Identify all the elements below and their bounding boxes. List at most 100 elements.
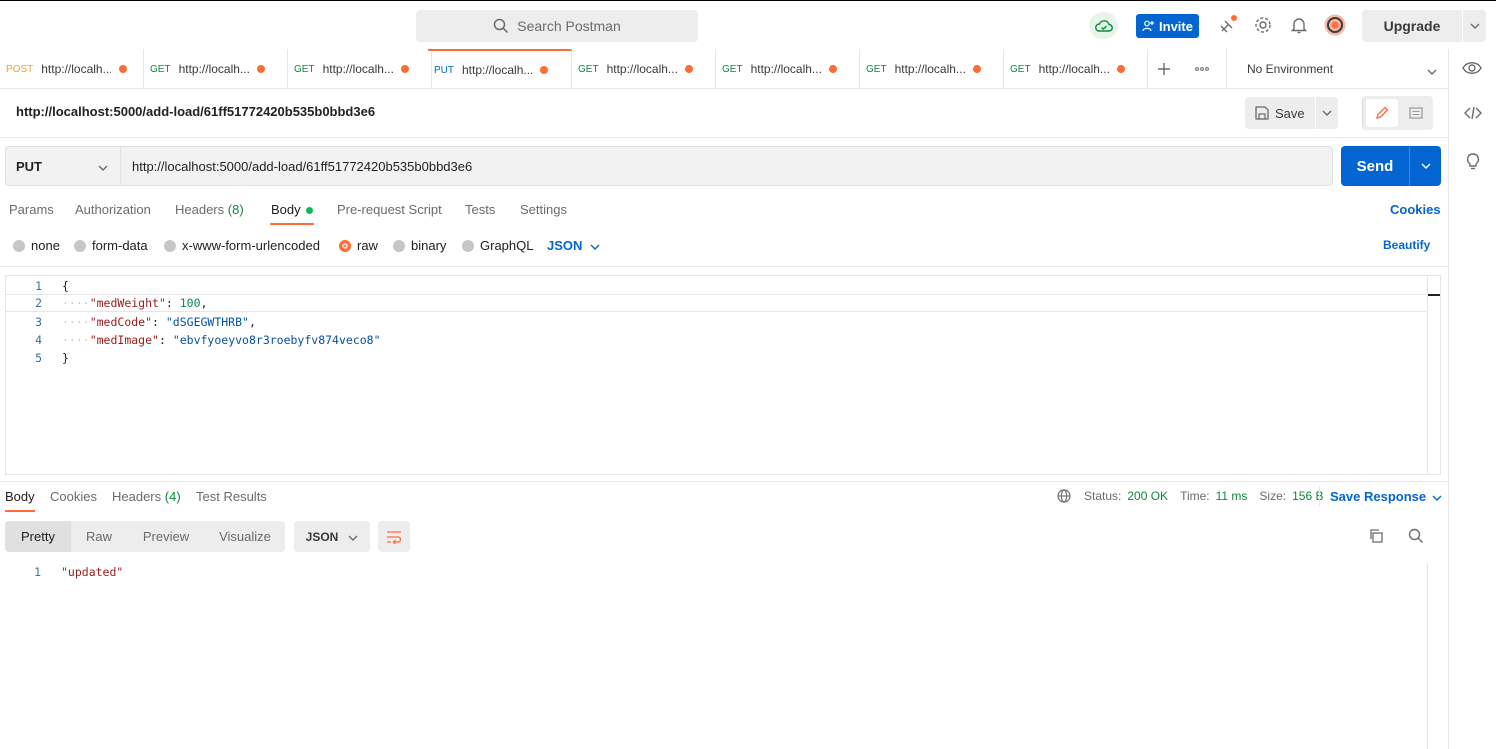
more-tabs-icon[interactable] (1194, 61, 1210, 80)
view-tab-visualize[interactable]: Visualize (205, 521, 285, 552)
time-value[interactable]: 11 ms (1216, 489, 1248, 503)
unsaved-dot-icon (119, 65, 128, 73)
chevron-down-icon[interactable] (1316, 110, 1338, 116)
code-snippet-icon[interactable] (1464, 104, 1482, 125)
globe-icon[interactable] (1057, 489, 1071, 503)
chevron-down-icon (348, 530, 358, 544)
url-input[interactable]: http://localhost:5000/add-load/61ff51772… (121, 159, 472, 174)
tab-pre-request-script[interactable]: Pre-request Script (337, 202, 442, 217)
request-tab-active[interactable]: PUT http://localh... (428, 49, 572, 89)
method-label: PUT (16, 158, 42, 174)
search-icon[interactable] (1408, 528, 1424, 547)
tab-headers[interactable]: Headers (8) (175, 202, 244, 217)
response-tab-test-results[interactable]: Test Results (196, 489, 267, 504)
environment-selector[interactable]: No Environment (1226, 49, 1448, 89)
response-format-select[interactable]: JSON (294, 521, 370, 552)
tab-method: GET (1010, 63, 1031, 75)
response-tab-cookies[interactable]: Cookies (50, 489, 97, 504)
search-input[interactable]: Search Postman (416, 10, 698, 42)
wrap-lines-button[interactable] (378, 521, 410, 552)
body-option-urlencoded[interactable]: x-www-form-urlencoded (164, 238, 320, 253)
save-disk-icon (1255, 106, 1269, 120)
status-label: Status: (1084, 489, 1122, 503)
tab-authorization[interactable]: Authorization (75, 202, 151, 217)
url-bar: PUT http://localhost:5000/add-load/61ff5… (5, 146, 1333, 186)
tab-method: GET (866, 63, 887, 75)
method-select[interactable]: PUT (6, 147, 121, 185)
upgrade-button[interactable]: Upgrade (1362, 10, 1486, 42)
body-option-none[interactable]: none (13, 238, 60, 253)
size-label: Size: (1259, 489, 1287, 503)
copy-icon[interactable] (1368, 528, 1384, 547)
sync-status-icon[interactable] (1089, 12, 1118, 39)
comments-icon[interactable] (1401, 99, 1431, 127)
body-option-binary[interactable]: binary (393, 238, 446, 253)
response-meta: Status: 200 OK Time: 11 ms Size: 156 B (1057, 489, 1323, 503)
avatar[interactable] (1324, 14, 1346, 36)
response-view-tabs: Pretty Raw Preview Visualize (5, 521, 285, 552)
edit-pencil-icon[interactable] (1366, 99, 1398, 127)
code-line: 3 ····"medCode": "dSGEGWTHRB", (6, 313, 1426, 331)
search-icon (494, 18, 509, 34)
request-tab[interactable]: GET http://localh... (288, 49, 432, 89)
option-label: none (31, 238, 60, 253)
body-format-label: JSON (547, 238, 583, 253)
view-tab-pretty[interactable]: Pretty (5, 521, 71, 552)
settings-gear-icon[interactable] (1253, 15, 1273, 35)
view-tab-preview[interactable]: Preview (127, 521, 205, 552)
tab-tests[interactable]: Tests (465, 202, 495, 217)
cookies-link[interactable]: Cookies (1390, 202, 1441, 217)
request-tab[interactable]: GET http://localh... (144, 49, 288, 89)
chevron-down-icon (1432, 489, 1442, 504)
tab-params[interactable]: Params (9, 202, 54, 217)
body-format-select[interactable]: JSON (547, 238, 600, 253)
unsaved-dot-icon (540, 66, 548, 74)
code-line: 5 } (6, 349, 1426, 367)
beautify-link[interactable]: Beautify (1383, 238, 1430, 252)
chevron-down-icon (1427, 64, 1437, 78)
request-tab[interactable]: GET http://localh... (572, 49, 716, 89)
body-option-raw[interactable]: raw (339, 238, 378, 253)
response-tab-headers[interactable]: Headers (4) (112, 489, 181, 504)
code-line: 1 { (6, 277, 1426, 295)
radio-selected-icon (339, 239, 351, 252)
save-response-button[interactable]: Save Response (1330, 489, 1442, 504)
chevron-down-icon (98, 159, 108, 174)
request-title: http://localhost:5000/add-load/61ff51772… (16, 104, 376, 119)
request-tab[interactable]: POST http://localh... (0, 49, 144, 89)
request-body-editor[interactable]: 1 { 2 ····"medWeight": 100, 3 ····"medCo… (5, 275, 1441, 475)
radio-icon (462, 239, 474, 252)
tab-headers-label: Headers (175, 202, 225, 217)
json-value: "dSGEGWTHRB" (165, 315, 249, 329)
chevron-down-icon[interactable] (1463, 23, 1486, 29)
line-number: 2 (35, 296, 42, 310)
send-button[interactable]: Send (1341, 146, 1441, 186)
request-tab[interactable]: GET http://localh... (860, 49, 1004, 89)
request-tab[interactable]: GET http://localh... (716, 49, 860, 89)
radio-icon (164, 239, 176, 252)
body-option-graphql[interactable]: GraphQL (462, 238, 533, 253)
response-scrollbar[interactable] (1427, 563, 1428, 749)
tab-settings[interactable]: Settings (520, 202, 567, 217)
body-option-form-data[interactable]: form-data (74, 238, 148, 253)
invite-button[interactable]: Invite (1136, 14, 1199, 38)
new-tab-plus-icon[interactable] (1156, 61, 1172, 80)
search-placeholder: Search Postman (517, 18, 621, 34)
editor-scrollbar[interactable] (1427, 276, 1428, 474)
save-button[interactable]: Save (1245, 97, 1338, 129)
status-value[interactable]: 200 OK (1127, 489, 1168, 503)
chevron-down-icon[interactable] (1410, 163, 1441, 169)
edit-mode-toggle (1362, 96, 1433, 130)
top-bar: Search Postman Invite Upgrade (0, 0, 1496, 49)
chevron-down-icon (590, 238, 600, 253)
request-tab[interactable]: GET http://localh... (1004, 49, 1148, 89)
lightbulb-icon[interactable] (1464, 151, 1482, 174)
view-tab-raw[interactable]: Raw (71, 521, 127, 552)
json-value: "ebvfyoeyvo8r3roebyfv874veco8" (172, 333, 381, 347)
tab-method: GET (150, 63, 171, 75)
notifications-bell-icon[interactable] (1289, 15, 1309, 35)
tab-body[interactable]: Body (271, 202, 313, 217)
line-number: 3 (35, 315, 42, 329)
response-tab-body[interactable]: Body (5, 489, 35, 504)
satellite-icon[interactable] (1218, 15, 1238, 35)
